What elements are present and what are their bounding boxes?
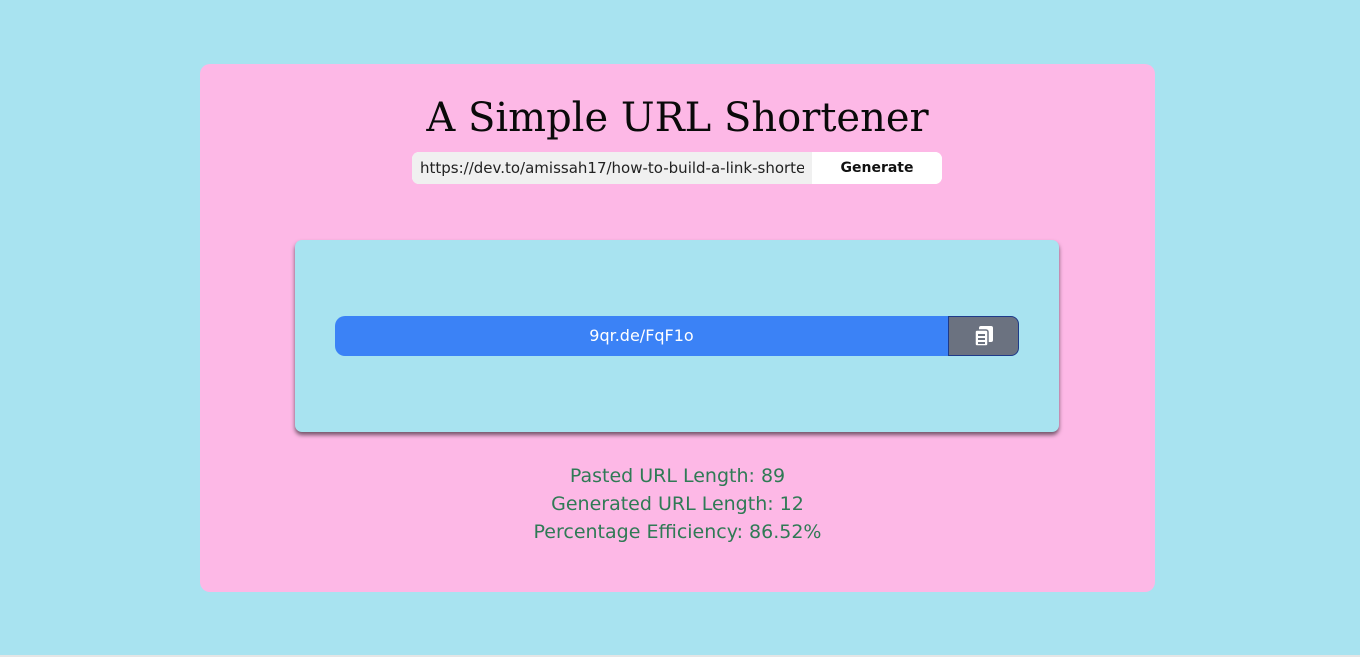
copy-button[interactable] <box>948 316 1019 356</box>
stats-block: Pasted URL Length: 89 Generated URL Leng… <box>200 462 1155 546</box>
generated-length-stat: Generated URL Length: 12 <box>551 493 804 515</box>
url-input[interactable] <box>412 152 812 184</box>
shorten-form: Generate <box>412 152 942 184</box>
result-panel: 9qr.de/FqF1o <box>295 240 1059 432</box>
efficiency-stat: Percentage Efficiency: 86.52% <box>533 521 822 543</box>
short-url-display: 9qr.de/FqF1o <box>335 316 948 356</box>
copy-icon <box>973 326 993 347</box>
generate-button[interactable]: Generate <box>812 152 942 184</box>
shortener-card: A Simple URL Shortener Generate 9qr.de/F… <box>200 64 1155 592</box>
pasted-length-stat: Pasted URL Length: 89 <box>569 465 786 487</box>
page-title: A Simple URL Shortener <box>426 95 929 141</box>
